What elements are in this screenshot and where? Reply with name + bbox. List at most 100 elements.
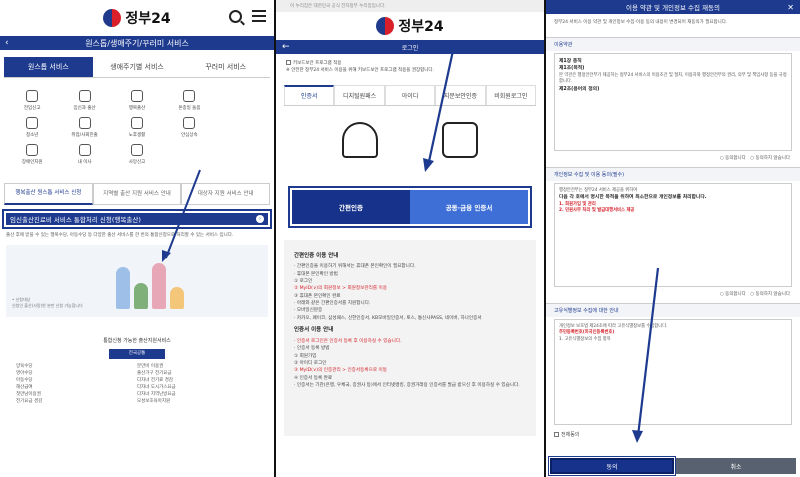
- unique-id-text: 1. 고유식별정보의 수집 항목: [559, 337, 611, 343]
- guide-line: · 아래와 같은 간편인증서를 지원합니다.: [294, 301, 371, 307]
- page-title-bar: ‹ 원스톱/생애주기/꾸러미 서비스: [0, 36, 274, 50]
- service-care[interactable]: 온종일 돌봄: [163, 90, 215, 111]
- menu-icon[interactable]: [252, 10, 266, 22]
- modal-actions: 동의 취소: [546, 455, 800, 477]
- keyboard-security-checkbox[interactable]: 키보드보안 프로그램 적용: [286, 60, 534, 68]
- joint-certificate-button[interactable]: 공동·금융 인증서: [410, 189, 528, 224]
- auth-illustrations: [276, 106, 544, 172]
- privacy-consent-radios: ○ 동의합니다 ○ 동의하지 않습니다: [546, 289, 800, 299]
- list-title: 통합신청 가능한 출산지원서비스: [103, 338, 171, 345]
- safe-icon: [442, 121, 478, 158]
- service-description: 출산 후에 받을 수 있는 행복수당, 아동수당 등 다양한 출산 서비스를 한…: [6, 233, 234, 238]
- guide-line: · 인증서 로그인은 인증서 등록 후 이용하실 수 있습니다.: [294, 338, 402, 344]
- service-youth[interactable]: 청소년: [6, 117, 58, 138]
- disagree-radio[interactable]: ○ 동의하지 않습니다: [750, 156, 790, 161]
- agree-radio[interactable]: ○ 동의합니다: [720, 156, 746, 161]
- back-arrow-icon[interactable]: ‹: [5, 38, 9, 48]
- privacy-purpose: 다음 각 호에서 명시한 목적을 위하여 최소한으로 개인정보를 처리합니다.: [559, 195, 707, 201]
- terms-text: 본 약관은 행정안전부가 제공하는 정부24 서비스의 이용조건 및 절차, 이…: [559, 72, 787, 85]
- guide-title-simple: 간편인증 이용 안내: [294, 252, 339, 259]
- section-terms: 이용약관: [546, 36, 800, 51]
- child-figure: [134, 283, 148, 310]
- simple-auth-button[interactable]: 간편인증: [292, 189, 410, 224]
- service-tabs: 원스톱 서비스 생애주기별 서비스 꾸러미 서비스: [4, 57, 270, 78]
- parent-figure: [152, 263, 166, 310]
- service-employment[interactable]: 취업/사회진출: [58, 117, 110, 138]
- unique-id-scrollbox[interactable]: 개인정보 보호법 제24조에 따라 고유식별정보를 수집합니다. 주민등록번호(…: [554, 318, 792, 425]
- baby-icon: [130, 90, 143, 102]
- house-icon: [26, 90, 39, 102]
- all-agree-checkbox[interactable]: 전체동의: [546, 427, 800, 442]
- privacy-text: 행정안전부는 정부24 서비스 제공을 위하여: [559, 187, 638, 193]
- terms-consent-radios: ○ 동의합니다 ○ 동의하지 않습니다: [546, 153, 800, 163]
- header: 정부24: [0, 0, 274, 36]
- subtab-target[interactable]: 대상자 지원 서비스 안내: [181, 183, 271, 205]
- guide-line: ③ 휴대폰 본인확인 완료: [294, 293, 341, 299]
- list-item: 양육수당: [16, 364, 33, 370]
- tab-onestop[interactable]: 원스톱 서비스: [4, 57, 93, 77]
- close-icon[interactable]: ✕: [787, 3, 794, 12]
- tab-package[interactable]: 꾸러미 서비스: [181, 57, 270, 77]
- auth-buttons: 간편인증 공동·금융 인증서: [288, 185, 532, 228]
- guide-line: · 인증서는 기관(은행, 우체국, 증권사 등)에서 인터넷뱅킹, 증권거래용…: [294, 382, 520, 388]
- checkbox-icon: [554, 431, 559, 437]
- tab-digital-onepass[interactable]: 디지털원패스: [334, 84, 385, 105]
- list-item: 영아수당: [16, 371, 33, 377]
- modal-title: 이용 약관 및 개인정보 수집 재동의: [625, 4, 721, 12]
- service-inheritance[interactable]: 안심상속: [163, 117, 215, 138]
- tab-guest[interactable]: 비회원로그인: [485, 84, 537, 105]
- family-illustration: • 신청대상 신청인 출산(사망)한 분만 신청 가능합니다: [6, 245, 268, 318]
- terms-scrollbox[interactable]: 제1장 총칙 제1조(목적) 본 약관은 행정안전부가 제공하는 정부24 서비…: [554, 52, 792, 151]
- tab-lifecycle[interactable]: 생애주기별 서비스: [93, 57, 182, 77]
- truck-icon: [78, 144, 91, 156]
- nationwide-button[interactable]: 전국공통: [109, 349, 165, 360]
- page-title: 원스톱/생애주기/꾸러미 서비스: [85, 38, 189, 48]
- privacy-scrollbox[interactable]: 행정안전부는 정부24 서비스 제공을 위하여 다음 각 호에서 명시한 목적을…: [554, 182, 792, 287]
- login-method-tabs: 인증서 디지털원패스 아이디 지문보안인증 비회원로그인: [284, 84, 537, 106]
- tab-fingerprint[interactable]: 지문보안인증: [435, 84, 486, 105]
- modal-intro: 정부24 서비스 이용 약관 및 개인정보 수집·이용 동의 내용이 변경되어 …: [554, 20, 728, 25]
- apply-link[interactable]: 임신출산진료비 서비스 통합처리 신청(행복출산) ›: [6, 213, 268, 225]
- service-death-report[interactable]: 사망신고: [111, 144, 163, 165]
- search-icon[interactable]: [229, 10, 242, 23]
- list-item: 전기요금 경감: [16, 399, 43, 405]
- document-icon: [183, 117, 196, 129]
- service-senior[interactable]: 노후생활: [111, 117, 163, 138]
- subtab-regional[interactable]: 지역별 출산 지원 서비스 안내: [92, 183, 182, 205]
- grid-spacer: [216, 90, 268, 111]
- disagree-radio[interactable]: ○ 동의하지 않습니다: [750, 292, 790, 297]
- tab-certificate[interactable]: 인증서: [284, 84, 335, 105]
- senior-icon: [130, 117, 143, 129]
- keyboard-security: 키보드보안 프로그램 적용 ※ 안전한 정부24 서비스 이용을 위해 키보드보…: [276, 54, 544, 75]
- privacy-item: 2. 민원사무 처리 및 발급대행서비스 제공: [559, 208, 635, 214]
- wheelchair-icon: [26, 144, 39, 156]
- agree-button[interactable]: 동의: [548, 456, 676, 476]
- guide-line: ④ 인증서 등록 완료: [294, 375, 333, 381]
- agree-radio[interactable]: ○ 동의합니다: [720, 292, 746, 297]
- service-moving-in[interactable]: 전입신고: [6, 90, 58, 111]
- service-my-moving[interactable]: 내 이사: [58, 144, 110, 165]
- checkbox-icon: [286, 60, 291, 65]
- guide-line: ① 로그인: [294, 278, 313, 284]
- service-pregnancy[interactable]: 임신과 출산: [58, 90, 110, 111]
- flower-icon: [130, 144, 143, 156]
- cancel-button[interactable]: 취소: [676, 458, 796, 474]
- brand-logo[interactable]: 정부24: [398, 16, 443, 36]
- birth-subtabs: 행복출산 원스톱 서비스 신청 지역별 출산 지원 서비스 안내 대상자 지원 …: [4, 183, 271, 205]
- service-list-right: 분만비 이용권 출산가구 전기요금 다자녀 전기료 경감 다자녀 도시가스요금 …: [137, 364, 258, 406]
- service-happy-birth[interactable]: 행복출산: [111, 90, 163, 111]
- back-arrow-icon[interactable]: ←: [282, 42, 290, 52]
- guide-line: ③ MyID(∨)의 인증관리 > 인증서등록으로 이동: [294, 368, 387, 374]
- service-disability[interactable]: 장애인지원: [6, 144, 58, 165]
- tab-id[interactable]: 아이디: [384, 84, 436, 105]
- page-title: 로그인: [401, 44, 419, 52]
- official-site-banner: 이 누리집은 대한민국 공식 전자정부 누리집입니다.: [276, 0, 544, 12]
- brand-logo[interactable]: 정부24: [125, 8, 170, 28]
- terms-article: 제2조(용어의 정의): [559, 86, 600, 92]
- guide-line: ② MyID(∨)의 회원정보 > 회원정보관리를 이용: [294, 286, 387, 292]
- youth-icon: [26, 117, 39, 129]
- subtab-apply[interactable]: 행복출산 원스톱 서비스 신청: [4, 183, 93, 205]
- guide-line: · 카카오, 페이코, 삼성패스, 신한인증서, KB모바일인증서, 토스, 통…: [294, 315, 482, 321]
- briefcase-icon: [78, 117, 91, 129]
- service-icon-grid: 전입신고 임신과 출산 행복출산 온종일 돌봄 청소년 취업/사회진출 노후생활…: [0, 78, 274, 165]
